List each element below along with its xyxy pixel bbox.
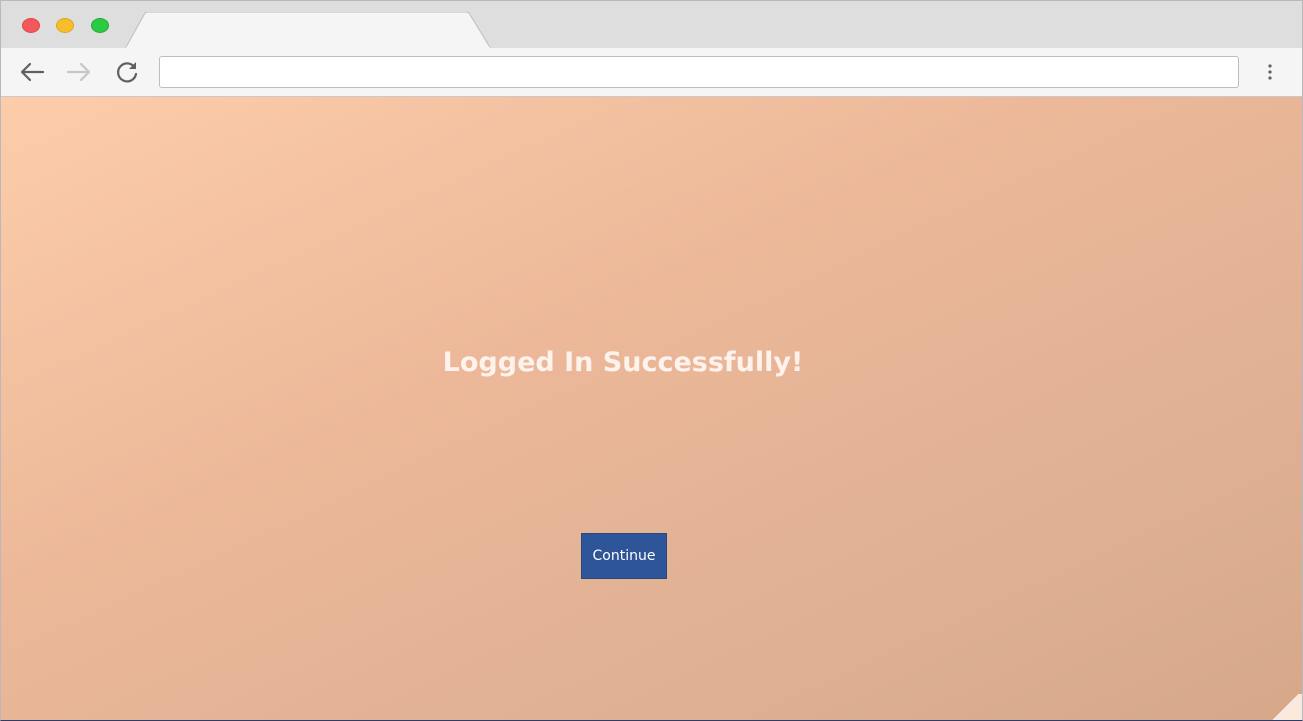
minimize-window-icon[interactable] bbox=[56, 18, 74, 33]
address-bar-input[interactable] bbox=[159, 56, 1239, 88]
back-arrow-icon bbox=[20, 62, 45, 82]
browser-window: Logged In Successfully! Continue bbox=[0, 0, 1303, 721]
tab-shape bbox=[125, 12, 491, 49]
reload-button[interactable] bbox=[112, 58, 142, 86]
title-bar bbox=[1, 1, 1302, 49]
kebab-menu-icon bbox=[1268, 64, 1272, 80]
forward-button[interactable] bbox=[64, 58, 94, 86]
back-button[interactable] bbox=[17, 58, 47, 86]
close-window-icon[interactable] bbox=[22, 18, 40, 33]
success-heading: Logged In Successfully! bbox=[442, 347, 804, 378]
forward-arrow-icon bbox=[66, 62, 91, 82]
browser-menu-button[interactable] bbox=[1259, 60, 1281, 84]
browser-toolbar bbox=[1, 48, 1302, 97]
page-corner-fold bbox=[1268, 694, 1302, 720]
reload-icon bbox=[117, 62, 138, 83]
browser-tab-active[interactable] bbox=[125, 12, 491, 49]
page-viewport: Logged In Successfully! Continue bbox=[1, 97, 1302, 720]
continue-button[interactable]: Continue bbox=[581, 533, 667, 579]
maximize-window-icon[interactable] bbox=[91, 18, 109, 33]
